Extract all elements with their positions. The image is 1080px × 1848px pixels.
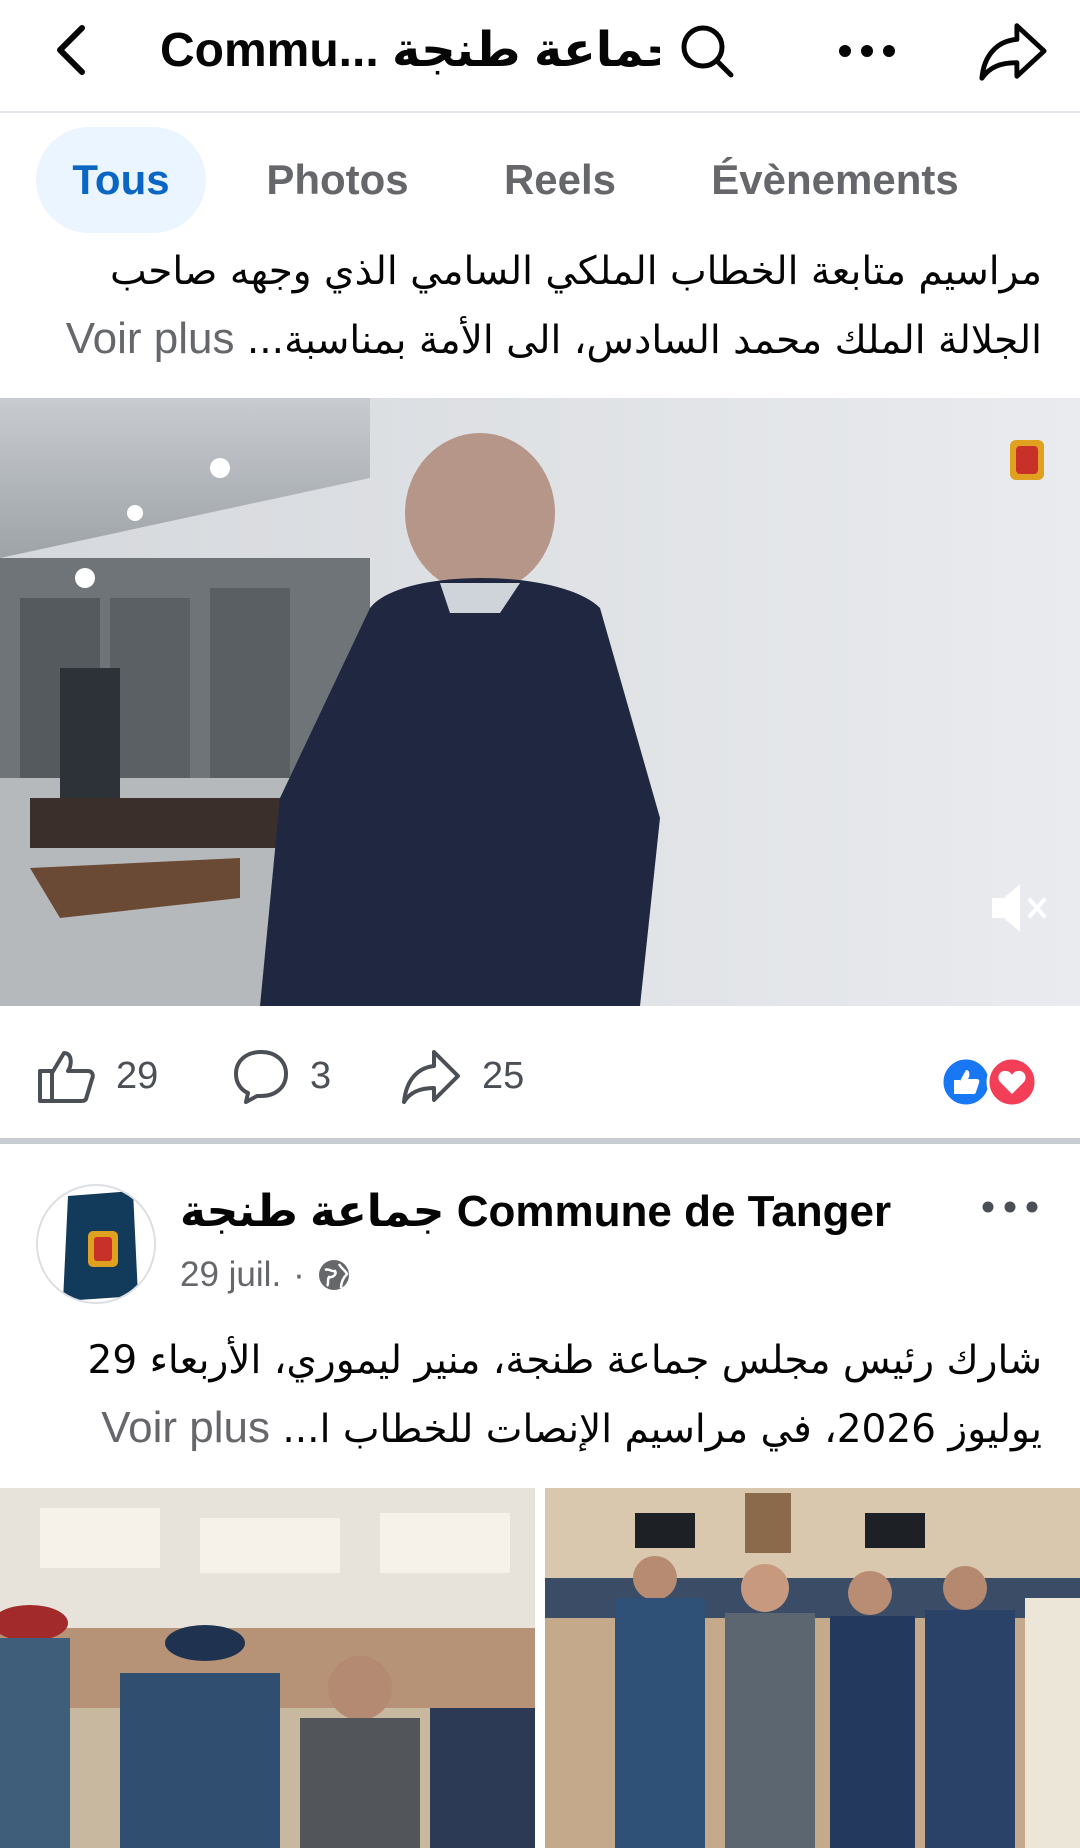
more-horizontal-icon	[839, 45, 895, 57]
search-button[interactable]	[672, 18, 742, 84]
reactions-summary[interactable]	[940, 1056, 1040, 1108]
like-button[interactable]: 29	[36, 1046, 158, 1106]
speaker-muted-icon	[992, 884, 1046, 932]
caption-line-2-text: الجلالة الملك محمد السادس، الى الأمة بمن…	[246, 318, 1042, 363]
comment-icon	[234, 1050, 288, 1104]
comment-button[interactable]: 3	[232, 1046, 331, 1106]
top-bar: Commu... جماعة طنجة	[0, 0, 1080, 113]
love-reaction-icon	[986, 1056, 1038, 1108]
page-title: Commu... جماعة طنجة	[160, 24, 660, 77]
video-frame	[0, 398, 1080, 1006]
post-video[interactable]	[0, 398, 1080, 1006]
post2-caption-line-1: شارك رئيس مجلس جماعة طنجة، منير ليموري، …	[87, 1338, 1042, 1383]
post-separator	[0, 1138, 1080, 1144]
globe-icon	[318, 1260, 349, 1290]
more-options-button[interactable]	[832, 18, 902, 84]
post-meta: 29 juil. ·	[180, 1250, 351, 1300]
logo-watermark	[1004, 410, 1050, 500]
post2-caption-line-2-text: يوليوز 2026، في مراسيم الإنصات للخطاب ا.…	[282, 1407, 1042, 1452]
search-icon	[681, 25, 734, 78]
chevron-left-icon	[57, 25, 85, 75]
thumbs-up-icon	[38, 1051, 95, 1103]
post2-see-more-link[interactable]: Voir plus	[101, 1403, 270, 1452]
post2-caption: شارك رئيس مجلس جماعة طنجة، منير ليموري، …	[32, 1327, 1042, 1463]
tab-photos[interactable]: Photos	[240, 127, 435, 233]
caption-line-1: مراسيم متابعة الخطاب الملكي السامي الذي …	[110, 249, 1042, 294]
share-button[interactable]	[978, 18, 1048, 84]
post-date[interactable]: 29 juil.	[180, 1250, 281, 1300]
share-arrow-icon	[979, 23, 1047, 81]
share-count: 25	[482, 1054, 525, 1097]
tab-reels[interactable]: Reels	[485, 127, 635, 233]
post-actions: 29 3 25	[0, 1008, 1080, 1138]
page-name[interactable]: جماعة طنجة Commune de Tanger	[180, 1182, 891, 1242]
tab-events[interactable]: Évènements	[690, 127, 980, 233]
post-caption: مراسيم متابعة الخطاب الملكي السامي الذي …	[32, 238, 1042, 374]
like-count: 29	[116, 1054, 159, 1097]
back-button[interactable]	[48, 22, 96, 78]
post2-caption-line-2: يوليوز 2026، في مراسيم الإنصات للخطاب ا.…	[32, 1394, 1042, 1463]
comment-count: 3	[310, 1054, 332, 1097]
page-avatar[interactable]	[36, 1184, 156, 1304]
post2-photo-2[interactable]	[545, 1488, 1080, 1848]
share-post-button[interactable]: 25	[400, 1046, 524, 1106]
see-more-link[interactable]: Voir plus	[66, 314, 235, 363]
post-more-button[interactable]	[970, 1182, 1050, 1232]
filter-tabs: Tous Photos Reels Évènements	[0, 113, 1080, 238]
like-reaction-icon	[940, 1056, 992, 1108]
caption-line-2: الجلالة الملك محمد السادس، الى الأمة بمن…	[32, 305, 1042, 374]
share-icon	[402, 1050, 460, 1104]
meta-separator: ·	[293, 1255, 305, 1294]
mute-button[interactable]	[986, 878, 1050, 938]
post2-photo-1[interactable]	[0, 1488, 535, 1848]
tab-all[interactable]: Tous	[36, 127, 206, 233]
more-horizontal-icon	[982, 1201, 1038, 1213]
